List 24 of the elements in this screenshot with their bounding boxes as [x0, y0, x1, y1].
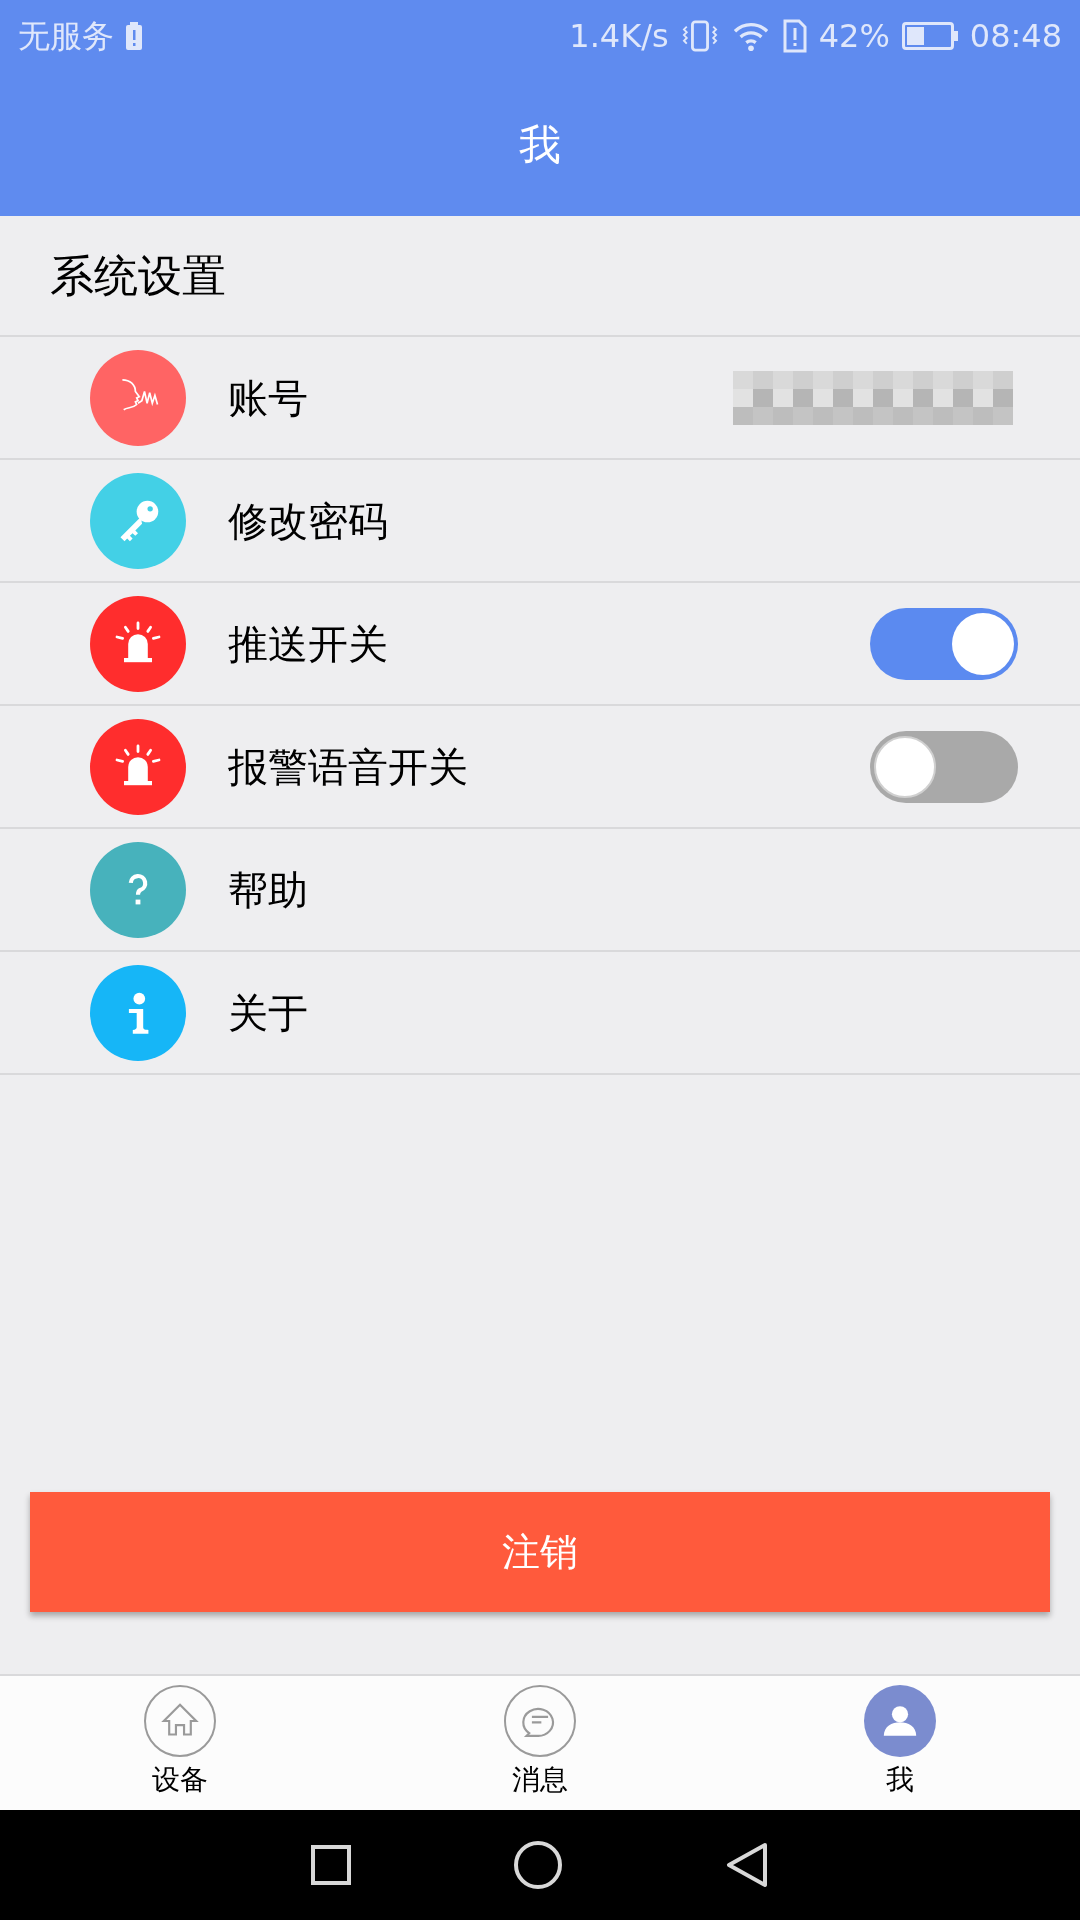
- home-icon: [144, 1685, 216, 1757]
- nav-tab[interactable]: 我: [720, 1676, 1080, 1810]
- back-button[interactable]: [724, 1841, 769, 1889]
- chat-bubble-icon: [504, 1685, 576, 1757]
- row-label[interactable]: 帮助: [228, 859, 308, 920]
- battery-icon: [901, 22, 958, 50]
- row-label[interactable]: 账号: [228, 367, 308, 428]
- carrier-text: 无服务: [18, 16, 114, 57]
- home-button[interactable]: [514, 1841, 562, 1889]
- section-heading: 系统设置: [50, 248, 226, 303]
- page-title: 我: [519, 118, 561, 171]
- row-label[interactable]: 关于: [228, 982, 308, 1043]
- battery-alert-icon: [126, 21, 142, 51]
- row-label[interactable]: 推送开关: [228, 613, 388, 674]
- nav-tab[interactable]: 设备: [0, 1676, 360, 1810]
- row-label[interactable]: 修改密码: [228, 490, 388, 551]
- clock-text: 08:48: [969, 16, 1062, 57]
- sim-alert-icon: [782, 19, 807, 53]
- network-speed-text: 1.4K/s: [569, 16, 669, 57]
- recent-apps-button[interactable]: [311, 1845, 352, 1885]
- battery-percent-text: 42%: [818, 16, 890, 57]
- row-label[interactable]: 报警语音开关: [228, 736, 468, 797]
- vibrate-icon: [680, 19, 719, 53]
- nav-tab[interactable]: 消息: [360, 1676, 720, 1810]
